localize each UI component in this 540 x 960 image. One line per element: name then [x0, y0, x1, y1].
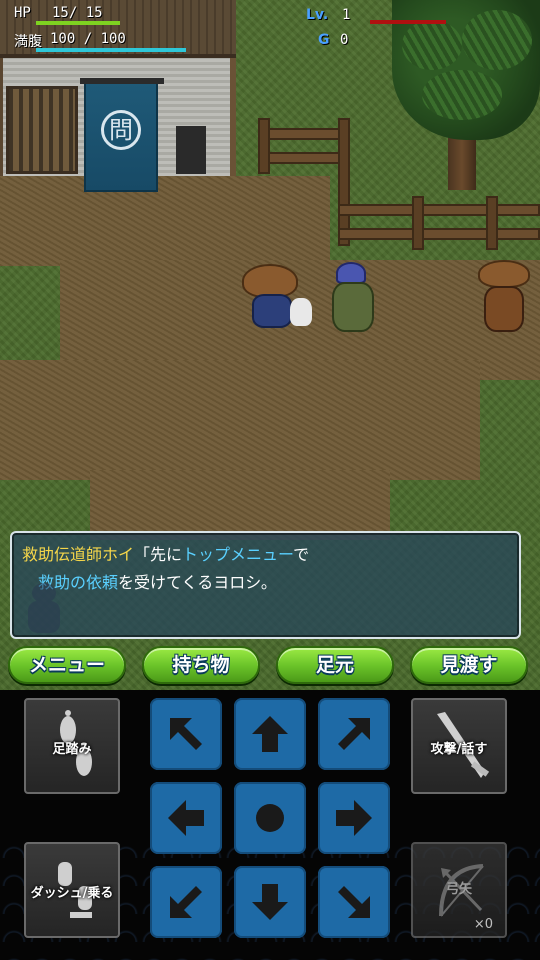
dpad-left[interactable] — [150, 782, 222, 854]
bow-arrow-button[interactable]: 弓矢 ×0 — [411, 842, 507, 938]
stomp-button[interactable]: 足踏み — [24, 698, 120, 794]
dpad-down-right[interactable] — [318, 866, 390, 938]
dpad-down-left[interactable] — [150, 866, 222, 938]
hp-bar-track — [36, 21, 120, 25]
arrow-right-icon — [336, 800, 372, 836]
attack-talk-button[interactable]: 攻撃/話す — [411, 698, 507, 794]
dpad-right[interactable] — [318, 782, 390, 854]
dpad-up[interactable] — [234, 698, 306, 770]
dialog-speaker: 救助伝道師ホイ — [22, 545, 135, 564]
attack-talk-label: 攻撃/話す — [430, 742, 488, 757]
dirt-path — [0, 176, 330, 266]
wait-dot-icon — [256, 804, 284, 832]
fence-rail — [258, 152, 346, 164]
arrow-left-icon — [168, 800, 204, 836]
player-character — [240, 264, 320, 336]
stomp-label: 足踏み — [52, 742, 92, 757]
menu-button[interactable]: メニュー — [8, 646, 126, 684]
npc-villager — [476, 260, 532, 336]
gold-label: G — [318, 32, 330, 48]
hunger-bar-track — [36, 48, 186, 52]
fence-rail — [258, 128, 346, 140]
dialog-text: を受けてくるヨロシ。 — [118, 573, 277, 592]
level-value: 1 — [342, 7, 351, 23]
house-window — [6, 86, 78, 174]
arrow-up-left-icon — [170, 718, 202, 750]
house-doorway — [176, 126, 206, 174]
feet-button[interactable]: 足元 — [276, 646, 394, 684]
hunger-value: 100 / 100 — [50, 31, 126, 47]
dash-ride-button[interactable]: ダッシュ/乗る — [24, 842, 120, 938]
fence-post — [338, 118, 350, 246]
items-button[interactable]: 持ち物 — [142, 646, 260, 684]
fence-post — [412, 196, 424, 250]
exp-bar — [370, 20, 446, 24]
dpad-down[interactable] — [234, 866, 306, 938]
dpad-up-right[interactable] — [318, 698, 390, 770]
look-around-button[interactable]: 見渡す — [410, 646, 528, 684]
npc-portrait-silhouette — [24, 583, 64, 635]
hunger-bar-fill — [36, 48, 186, 52]
fence-post — [258, 118, 270, 174]
dialog-box[interactable]: 救助伝道師ホイ「先にトップメニューで 救助の依頼を受けてくるヨロシ。 — [10, 531, 521, 639]
dash-ride-label: ダッシュ/乗る — [30, 886, 114, 901]
dialog-line-2: 救助の依頼を受けてくるヨロシ。 — [22, 569, 509, 597]
dirt-path — [90, 470, 390, 540]
dirt-path — [0, 360, 480, 480]
banner-pole — [80, 78, 164, 84]
hp-label: HP — [14, 5, 31, 21]
dialog-text: 「先に — [134, 545, 183, 564]
arrow-down-icon — [252, 884, 288, 920]
fence-post — [486, 196, 498, 250]
npc-hoi-missionary — [328, 262, 378, 338]
shop-banner: 問 — [80, 78, 164, 192]
arrow-down-left-icon — [170, 886, 202, 918]
dialog-line-1: 救助伝道師ホイ「先にトップメニューで — [22, 541, 509, 569]
banner-mark: 問 — [101, 110, 141, 150]
dialog-keyword: トップメニュー — [182, 545, 294, 564]
gold-value: 0 — [340, 32, 349, 48]
arrow-count: ×0 — [473, 917, 493, 932]
arrow-down-right-icon — [338, 886, 370, 918]
dpad-wait[interactable] — [234, 782, 306, 854]
dialog-text: で — [293, 545, 310, 564]
hp-value: 15/ 15 — [52, 5, 103, 21]
bow-arrow-label: 弓矢 — [445, 882, 472, 897]
hp-bar-fill — [36, 21, 120, 25]
arrow-up-right-icon — [338, 718, 370, 750]
dpad-up-left[interactable] — [150, 698, 222, 770]
fence-rail — [338, 204, 540, 216]
fence-rail — [338, 228, 540, 240]
level-label: Lv. — [306, 7, 329, 23]
arrow-up-icon — [252, 716, 288, 752]
